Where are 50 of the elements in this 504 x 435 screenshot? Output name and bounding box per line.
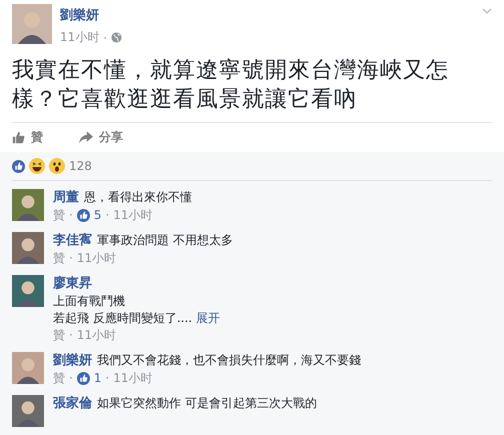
- like-reaction-icon: [76, 372, 90, 385]
- like-count: 5: [94, 207, 102, 224]
- separator-dot: ·: [105, 370, 110, 387]
- reaction-count[interactable]: 128: [69, 159, 92, 173]
- comment-text: 若起飛 反應時間變短了....: [53, 311, 192, 325]
- commenter-name[interactable]: 周董: [53, 190, 79, 205]
- comment-text: 軍事政治問題 不用想太多: [97, 233, 233, 247]
- surprised-face-icon: [49, 158, 65, 174]
- author-name[interactable]: 劉樂妍: [60, 8, 99, 23]
- like-link[interactable]: 贊: [53, 250, 65, 267]
- globe-icon: [111, 32, 122, 43]
- commenter-name[interactable]: 張家倫: [53, 396, 92, 411]
- commenter-name[interactable]: 劉樂妍: [53, 353, 92, 368]
- separator-dot: ·: [69, 370, 73, 387]
- comment-text: 我們又不會花錢，也不會損失什麼啊，海又不要錢: [97, 353, 361, 367]
- avatar: [12, 4, 52, 44]
- comment-time[interactable]: 11小时: [113, 370, 153, 387]
- commenter-name[interactable]: 廖東昇: [53, 276, 92, 291]
- comment-time[interactable]: 11小时: [113, 207, 153, 224]
- avatar: [12, 275, 44, 307]
- separator-dot: ·: [103, 30, 108, 44]
- commenter-name[interactable]: 李佳寯: [53, 233, 92, 248]
- thumbs-up-icon: [12, 131, 25, 144]
- like-link[interactable]: 贊: [53, 207, 65, 224]
- separator-dot: ·: [69, 207, 73, 224]
- avatar: [12, 395, 44, 427]
- separator-dot: ·: [69, 250, 73, 267]
- post-time[interactable]: 11小时: [60, 29, 100, 46]
- share-arrow-icon: [79, 131, 93, 144]
- like-button[interactable]: 贊: [12, 129, 43, 146]
- separator-dot: ·: [69, 327, 73, 344]
- share-button[interactable]: 分享: [79, 129, 123, 146]
- comment-text: 恩，看得出來你不懂: [84, 190, 192, 204]
- comment-text: 如果它突然動作 可是會引起第三次大戰的: [97, 396, 317, 410]
- post-text: 我實在不懂，就算遼寧號開來台灣海峽又怎樣？它喜歡逛逛看風景就讓它看吶: [12, 57, 450, 114]
- see-more-link[interactable]: 展开: [196, 311, 220, 325]
- like-link[interactable]: 贊: [53, 327, 65, 344]
- avatar: [12, 189, 44, 221]
- comment-time[interactable]: 11小时: [76, 327, 116, 344]
- laughing-face-icon: [29, 158, 45, 174]
- like-count: 1: [94, 370, 102, 387]
- like-reaction-icon: [12, 160, 25, 172]
- comment-time[interactable]: 11小时: [76, 250, 116, 267]
- avatar: [12, 232, 44, 264]
- like-link[interactable]: 贊: [53, 370, 65, 387]
- chevron-down-icon[interactable]: [482, 8, 492, 15]
- comment-text: 上面有戰鬥機: [53, 294, 125, 308]
- avatar: [12, 352, 44, 384]
- separator-dot: ·: [105, 207, 110, 224]
- like-reaction-icon: [76, 209, 90, 222]
